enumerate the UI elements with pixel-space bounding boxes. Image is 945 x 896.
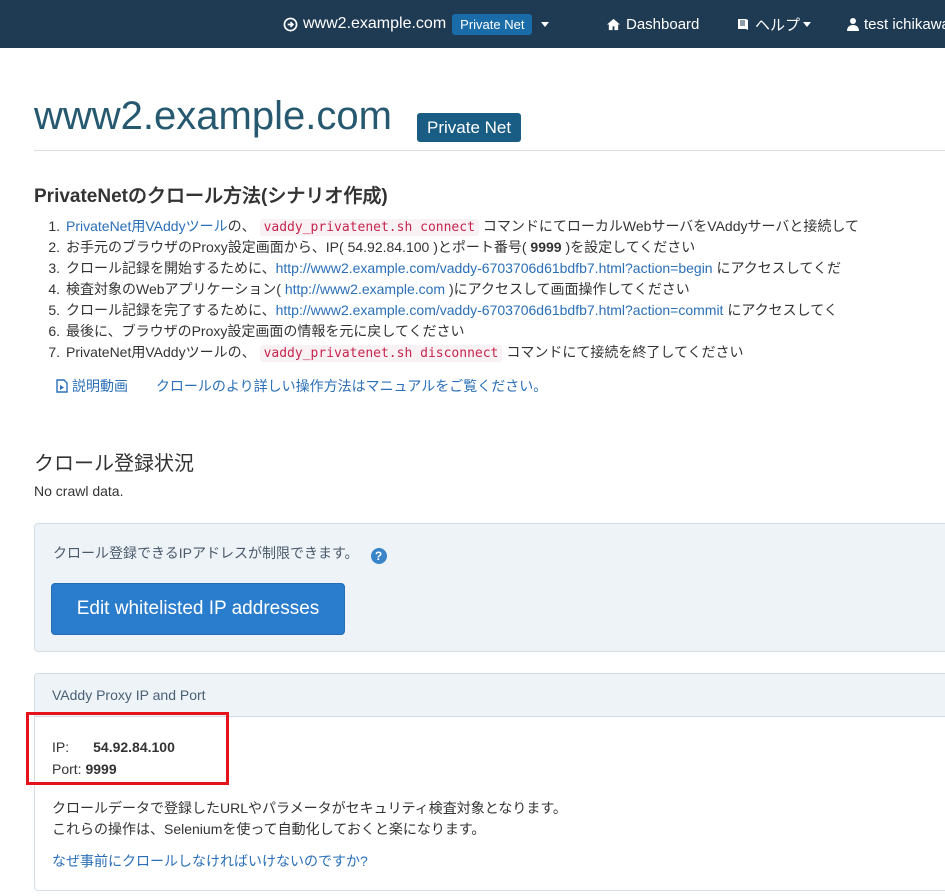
step-text: PrivateNet用VAddyツールの、 <box>66 344 256 360</box>
step-text: クロール記録を開始するために、 <box>66 260 276 276</box>
step-text: )にアクセスして画面操作してください <box>445 281 690 297</box>
whitelist-panel: クロール登録できるIPアドレスが制限できます。? Edit whiteliste… <box>34 523 945 652</box>
step-2: 2. お手元のブラウザのProxy設定画面から、IP( 54.92.84.100 … <box>38 237 859 258</box>
nav-user-menu[interactable]: test ichikawa <box>847 0 945 48</box>
step-number: 1. <box>48 218 60 234</box>
chevron-down-icon <box>803 21 812 27</box>
manual-link[interactable]: クロールのより詳しい操作方法はマニュアルをご覧ください。 <box>156 378 547 394</box>
step-1: 1. PrivateNet用VAddyツールの、 vaddy_privatenet.… <box>38 216 859 237</box>
step-text: 検査対象のWebアプリケーション( <box>66 281 285 297</box>
chevron-down-icon <box>541 21 550 27</box>
connect-command: vaddy_privatenet.sh connect <box>259 219 479 236</box>
step-3: 3. クロール記録を開始するために、http://www2.example.com… <box>38 258 859 279</box>
target-app-link[interactable]: http://www2.example.com <box>285 281 445 297</box>
nav-user-name: test ichikawa <box>864 15 945 33</box>
home-icon <box>607 18 620 30</box>
disconnect-command: vaddy_privatenet.sh disconnect <box>259 345 503 362</box>
step-text: にアクセスしてく <box>723 302 838 318</box>
step-number: 3. <box>48 260 60 276</box>
top-navbar: www2.example.com Private Net Dashboard ヘ… <box>0 0 945 48</box>
step-7: 7. PrivateNet用VAddyツールの、 vaddy_privatenet.… <box>38 342 859 363</box>
whitelist-text: クロール登録できるIPアドレスが制限できます。 <box>53 545 359 561</box>
proxy-panel-header: VAddy Proxy IP and Port <box>35 674 945 717</box>
book-icon <box>738 19 748 30</box>
begin-crawl-link[interactable]: http://www2.example.com/vaddy-6703706d61… <box>276 260 713 276</box>
nav-site-name: www2.example.com <box>303 15 447 32</box>
port-number: 9999 <box>530 239 562 255</box>
step-text: コマンドにてローカルWebサーバをVAddyサーバと接続して <box>482 218 859 234</box>
help-links-row: 説明動画 クロールのより詳しい操作方法はマニュアルをご覧ください。 <box>56 376 571 396</box>
proxy-panel-title: VAddy Proxy IP and Port <box>52 687 206 703</box>
why-crawl-link[interactable]: なぜ事前にクロールしなければいけないのですか? <box>52 851 368 871</box>
nav-help-menu[interactable]: ヘルプ <box>736 0 812 48</box>
edit-whitelist-button[interactable]: Edit whitelisted IP addresses <box>51 583 345 635</box>
crawl-status-heading: クロール登録状況 <box>34 453 194 475</box>
nav-dashboard-label: Dashboard <box>626 15 700 33</box>
step-number: 5. <box>48 302 60 318</box>
highlight-annotation-box <box>26 712 229 785</box>
proxy-desc-line-1: クロールデータで登録したURLやパラメータがセキュリティ検査対象となります。 <box>52 800 567 816</box>
proxy-desc-line-2: これらの操作は、Seleniumを使って自動化しておくと楽になります。 <box>52 821 486 837</box>
arrow-circle-right-icon <box>283 17 298 31</box>
step-number: 7. <box>48 344 60 360</box>
file-video-icon <box>56 379 68 393</box>
privatenet-tool-link[interactable]: PrivateNet用VAddyツール <box>66 218 228 234</box>
step-text: にアクセスしてくだ <box>712 260 841 276</box>
step-text: の、 <box>227 218 256 234</box>
no-crawl-data-text: No crawl data. <box>34 483 124 499</box>
step-number: 6. <box>48 323 60 339</box>
crawl-steps-list: 1. PrivateNet用VAddyツールの、 vaddy_privatenet.… <box>38 216 859 363</box>
proxy-description: クロールデータで登録したURLやパラメータがセキュリティ検査対象となります。 こ… <box>52 798 567 840</box>
question-circle-icon[interactable]: ? <box>370 548 387 564</box>
nav-help-label: ヘルプ <box>755 16 801 34</box>
nav-dashboard-link[interactable]: Dashboard <box>606 0 699 48</box>
user-icon <box>847 18 859 31</box>
step-4: 4. 検査対象のWebアプリケーション( http://www2.example.… <box>38 279 859 300</box>
video-link-label: 説明動画 <box>72 378 128 394</box>
step-text: コマンドにて接続を終了してください <box>506 344 744 360</box>
header-divider <box>34 150 945 151</box>
step-number: 4. <box>48 281 60 297</box>
step-number: 2. <box>48 239 60 255</box>
commit-crawl-link[interactable]: http://www2.example.com/vaddy-6703706d61… <box>276 302 724 318</box>
step-text: クロール記録を完了するために、 <box>66 302 276 318</box>
step-text: )を設定してください <box>561 239 696 255</box>
crawl-method-heading: PrivateNetのクロール方法(シナリオ作成) <box>34 186 388 207</box>
nav-private-net-badge: Private Net <box>452 13 533 35</box>
step-6: 6. 最後に、ブラウザのProxy設定画面の情報を元に戻してください <box>38 321 859 342</box>
page-title: www2.example.com <box>34 94 392 138</box>
step-text: お手元のブラウザのProxy設定画面から、IP( 54.92.84.100 )と… <box>66 239 531 255</box>
nav-site-selector[interactable]: www2.example.com Private Net <box>283 0 550 48</box>
step-5: 5. クロール記録を完了するために、http://www2.example.com… <box>38 300 859 321</box>
video-link[interactable]: 説明動画 <box>56 378 128 394</box>
step-text: 最後に、ブラウザのProxy設定画面の情報を元に戻してください <box>66 323 465 339</box>
private-net-badge: Private Net <box>417 113 522 142</box>
whitelist-description: クロール登録できるIPアドレスが制限できます。? <box>53 543 387 564</box>
